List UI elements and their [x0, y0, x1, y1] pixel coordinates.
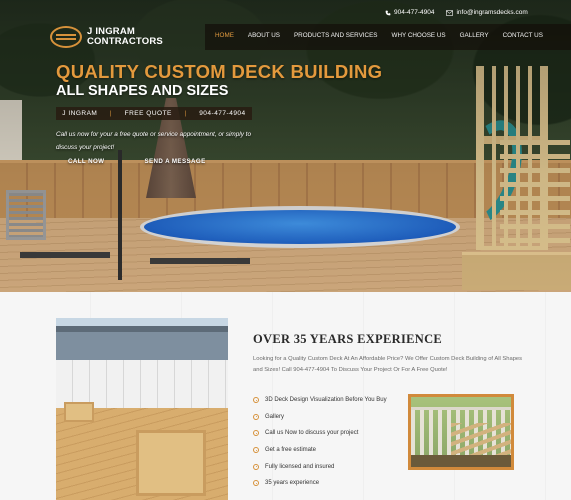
strip-name: J INGRAM [62, 110, 98, 117]
envelope-icon [446, 9, 454, 16]
strip-offer: FREE QUOTE [124, 110, 172, 117]
feature-text: Gallery [265, 413, 285, 420]
section-description: Looking for a Quality Custom Deck At An … [253, 356, 523, 373]
experience-section: OVER 35 YEARS EXPERIENCE Looking for a Q… [0, 292, 571, 500]
strip-phone[interactable]: 904-477-4904 [199, 110, 245, 117]
photo-planter-large [136, 430, 206, 496]
feature-item: 3D Deck Design Visualization Before You … [253, 392, 387, 409]
send-message-button[interactable]: SEND A MESSAGE [144, 158, 205, 165]
deck-photo-planters [56, 318, 228, 500]
nav-item-products-and-services[interactable]: PRODUCTS AND SERVICES [294, 32, 378, 39]
hero-cta-row: CALL NOW SEND A MESSAGE [68, 158, 206, 165]
strip-separator: | [184, 110, 187, 117]
bullet-circle-icon [253, 480, 259, 487]
bullet-circle-icon [253, 463, 259, 470]
deck-photo-stairs [408, 394, 514, 470]
email-contact[interactable]: info@ingramsdecks.com [446, 9, 528, 16]
bullet-circle-icon [253, 430, 259, 437]
nav-item-contact-us[interactable]: CONTACT US [503, 32, 543, 39]
photo-ground [411, 455, 511, 467]
contact-bar: 904-477-4904 info@ingramsdecks.com [385, 9, 528, 16]
section-title: OVER 35 YEARS EXPERIENCE [253, 332, 443, 346]
nav-item-gallery[interactable]: GALLERY [460, 32, 489, 39]
call-now-button[interactable]: CALL NOW [68, 158, 104, 165]
logo-text: J INGRAM CONTRACTORS [87, 27, 163, 47]
email-address: info@ingramsdecks.com [456, 9, 528, 16]
nav-item-why-choose-us[interactable]: WHY CHOOSE US [392, 32, 446, 39]
feature-item: Gallery [253, 409, 387, 426]
logo-emblem-icon [50, 26, 82, 48]
phone-icon [385, 10, 391, 15]
bullet-circle-icon [253, 447, 259, 454]
feature-item: Fully licensed and insured [253, 458, 387, 475]
feature-item: Get a free estimate [253, 442, 387, 459]
hero-subheadline: ALL SHAPES AND SIZES [56, 83, 229, 99]
hero-info-strip: J INGRAM | FREE QUOTE | 904-477-4904 [56, 107, 252, 120]
nav-menu: HOME ABOUT US PRODUCTS AND SERVICES WHY … [215, 32, 543, 39]
photo-planter-small [64, 402, 94, 422]
photo-frame [411, 397, 511, 467]
feature-text: Call us Now to discuss your project [265, 430, 359, 437]
feature-list: 3D Deck Design Visualization Before You … [253, 392, 387, 492]
phone-contact[interactable]: 904-477-4904 [385, 9, 434, 16]
feature-text: Get a free estimate [265, 447, 317, 454]
nav-item-home[interactable]: HOME [215, 32, 234, 39]
feature-text: 35 years experience [265, 480, 320, 487]
main-navbar: J INGRAM CONTRACTORS HOME ABOUT US PRODU… [0, 24, 571, 50]
hero-headline: QUALITY CUSTOM DECK BUILDING [56, 61, 383, 82]
strip-separator: | [109, 110, 113, 117]
feature-text: 3D Deck Design Visualization Before You … [265, 397, 387, 404]
bullet-circle-icon [253, 413, 259, 420]
feature-item: Call us Now to discuss your project [253, 425, 387, 442]
phone-number: 904-477-4904 [394, 9, 435, 16]
nav-item-about-us[interactable]: ABOUT US [248, 32, 280, 39]
logo-line-2: CONTRACTORS [87, 36, 163, 47]
site-logo[interactable]: J INGRAM CONTRACTORS [50, 26, 163, 48]
hero-banner: 904-477-4904 info@ingramsdecks.com J ING… [0, 0, 571, 292]
hero-intro-text: Call us now for your a free quote or ser… [56, 131, 252, 151]
feature-item: 35 years experience [253, 475, 387, 492]
feature-text: Fully licensed and insured [265, 463, 335, 470]
bullet-circle-icon [253, 397, 259, 404]
